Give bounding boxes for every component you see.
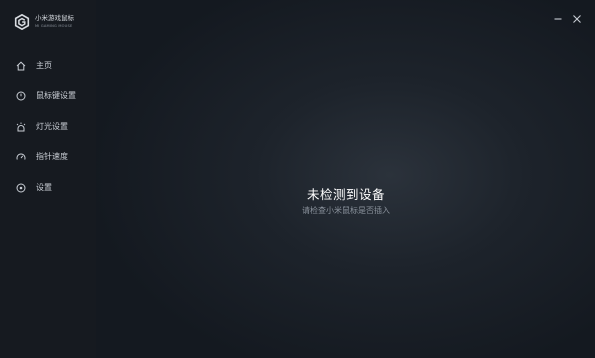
sidebar-item-label: 鼠标键设置 <box>36 91 76 100</box>
speed-gauge-icon <box>16 153 26 160</box>
sidebar-item-mouse-buttons[interactable]: 鼠标键设置 <box>0 86 96 106</box>
home-icon <box>16 61 26 71</box>
sidebar-item-label: 指针速度 <box>36 152 68 161</box>
sidebar: 小米游戏鼠标 MI GAMING MOUSE 主页 鼠标键设置 灯光设置 指针速… <box>0 0 96 358</box>
sidebar-item-label: 设置 <box>36 183 52 192</box>
mi-gaming-logo-icon <box>14 14 30 30</box>
no-device-hint: 请检查小米鼠标是否插入 <box>302 206 390 215</box>
sidebar-item-lighting[interactable]: 灯光设置 <box>0 117 96 137</box>
sidebar-item-label: 主页 <box>36 61 52 70</box>
no-device-title: 未检测到设备 <box>306 187 385 202</box>
sidebar-item-settings[interactable]: 设置 <box>0 178 96 198</box>
brand: 小米游戏鼠标 MI GAMING MOUSE <box>14 14 74 30</box>
settings-icon <box>16 183 26 193</box>
light-icon <box>16 122 26 132</box>
mouse-button-icon <box>16 91 26 101</box>
sidebar-item-home[interactable]: 主页 <box>0 56 96 76</box>
brand-text: 小米游戏鼠标 MI GAMING MOUSE <box>35 15 74 28</box>
brand-subtitle: MI GAMING MOUSE <box>35 23 73 28</box>
sidebar-item-pointer-speed[interactable]: 指针速度 <box>0 147 96 167</box>
close-icon[interactable] <box>572 14 582 24</box>
app-window: 小米游戏鼠标 MI GAMING MOUSE 主页 鼠标键设置 灯光设置 指针速… <box>0 0 595 358</box>
minimize-icon[interactable] <box>553 14 563 24</box>
brand-name: 小米游戏鼠标 <box>35 14 74 23</box>
sidebar-item-label: 灯光设置 <box>36 122 68 131</box>
